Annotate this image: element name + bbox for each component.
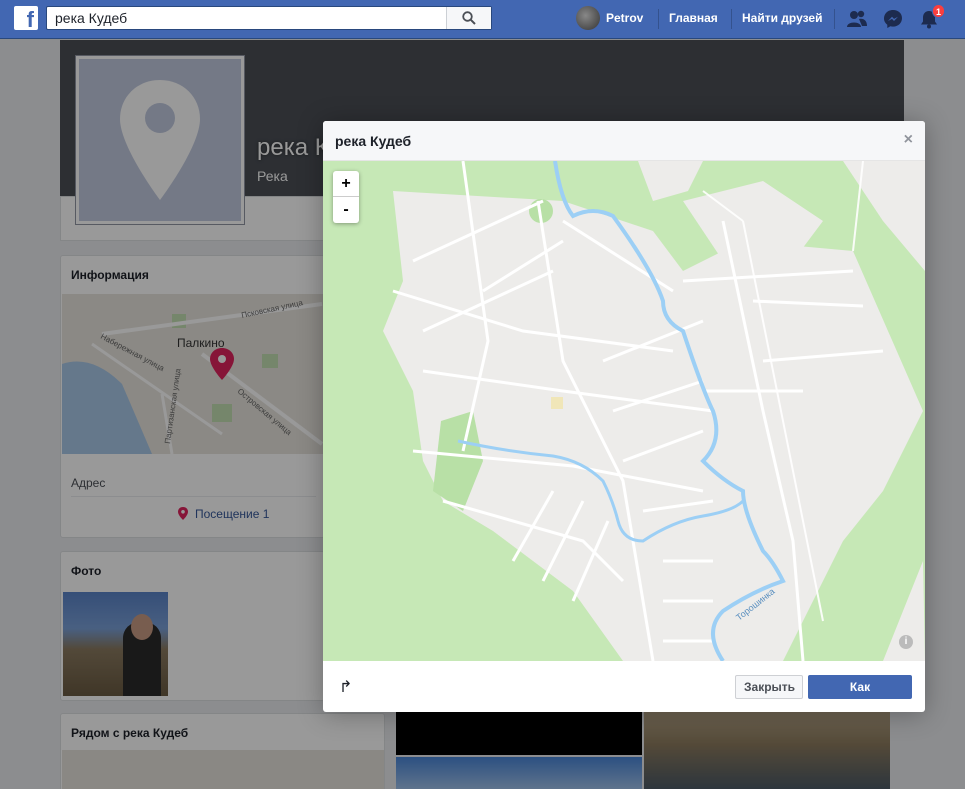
nav-divider	[731, 9, 732, 29]
home-link[interactable]: Главная	[669, 11, 718, 25]
search-button[interactable]	[446, 7, 491, 29]
zoom-controls: + -	[333, 171, 359, 223]
zoom-out-button[interactable]: -	[333, 197, 359, 223]
find-friends-link[interactable]: Найти друзей	[742, 11, 822, 25]
dialog-map[interactable]: Торошинка + - i	[323, 161, 925, 661]
dialog-title: река Кудеб	[335, 133, 412, 149]
search-box	[46, 6, 492, 30]
nav-divider	[834, 9, 835, 29]
top-bar: f Petrov Главная Найти друзей 1	[0, 0, 965, 39]
search-input[interactable]	[47, 7, 447, 29]
get-directions-button[interactable]: Как добраться	[808, 675, 912, 712]
friend-requests-icon[interactable]	[846, 8, 868, 30]
profile-link[interactable]: Petrov	[576, 6, 643, 30]
dialog-footer: ↱ Закрыть Как добраться	[323, 661, 925, 712]
nav-divider	[658, 9, 659, 29]
zoom-in-button[interactable]: +	[333, 171, 359, 197]
user-name: Petrov	[606, 11, 644, 25]
share-icon[interactable]: ↱	[339, 677, 352, 697]
map-canvas: Торошинка	[323, 161, 925, 661]
search-icon	[462, 11, 476, 25]
map-info-icon[interactable]: i	[899, 635, 913, 649]
map-dialog: река Кудеб × Торошинка + - i ↱ Закрыть К…	[323, 121, 925, 712]
avatar	[576, 6, 600, 30]
notifications-badge: 1	[932, 4, 946, 18]
close-icon[interactable]: ×	[904, 131, 913, 149]
close-button[interactable]: Закрыть	[735, 675, 803, 699]
dialog-header: река Кудеб ×	[323, 121, 925, 161]
messenger-icon[interactable]	[882, 8, 904, 30]
facebook-logo-icon[interactable]: f	[14, 6, 38, 30]
